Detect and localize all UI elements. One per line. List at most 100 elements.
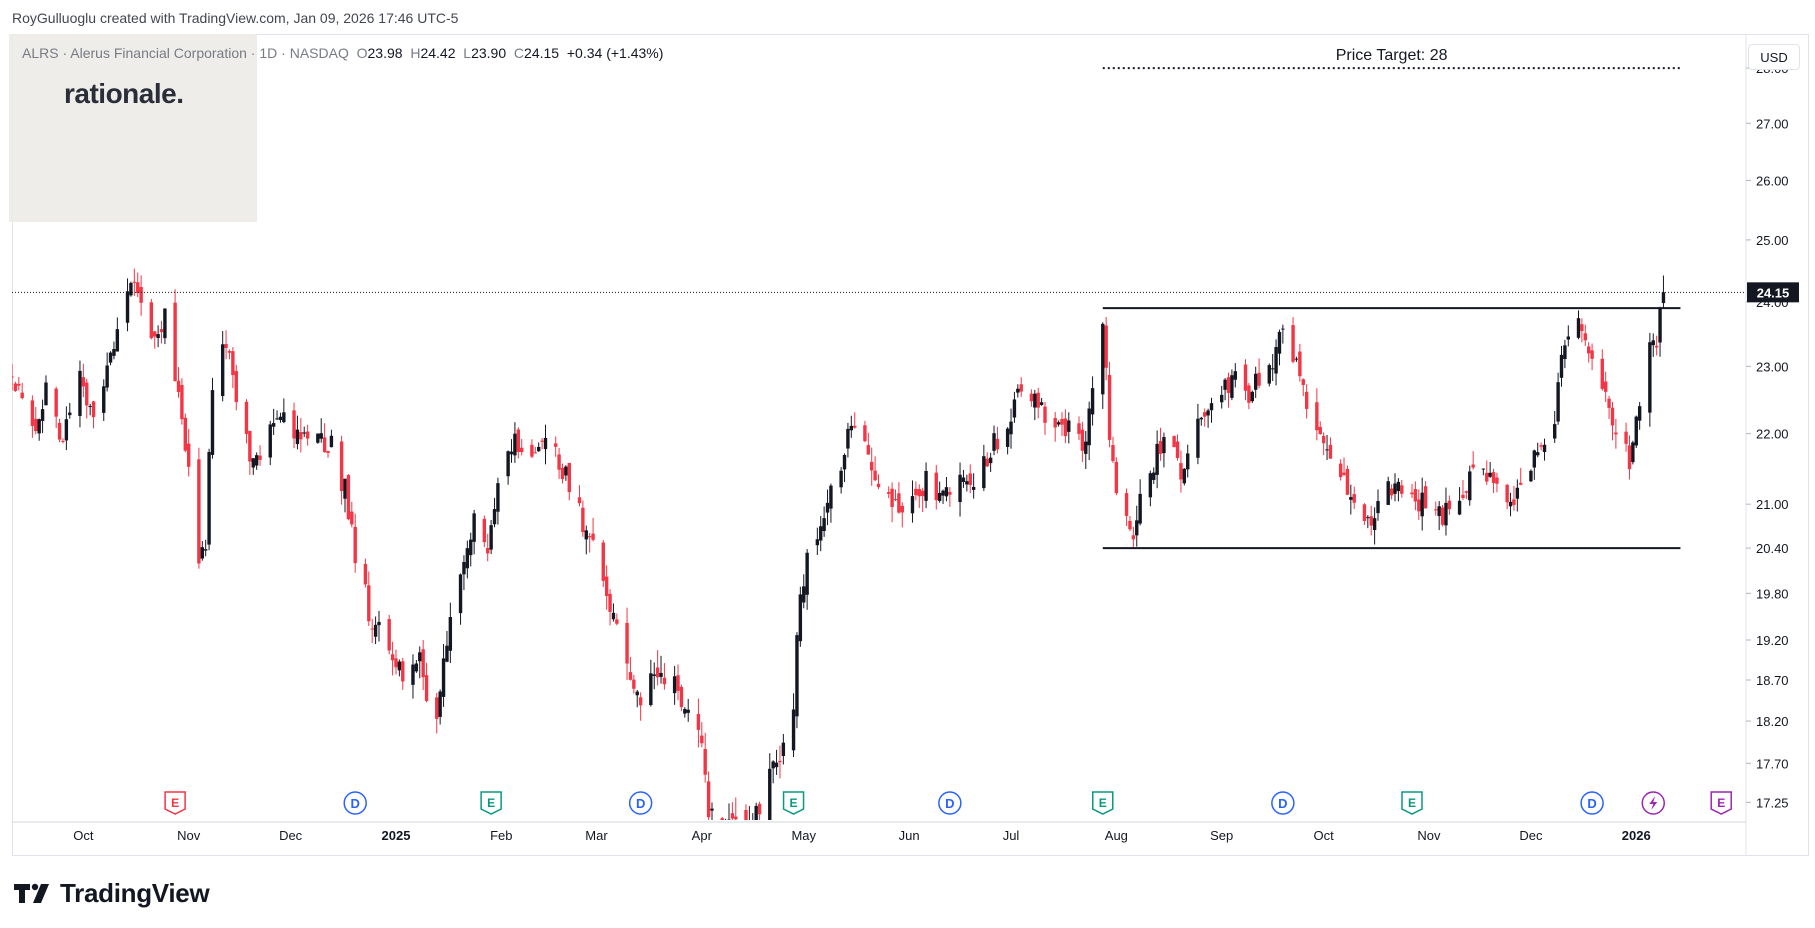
legend-change: +0.34 (+1.43%): [566, 45, 664, 61]
candle-body: [1325, 449, 1329, 451]
candle-body: [513, 433, 517, 456]
candle-body: [1586, 346, 1591, 354]
candle-body: [251, 458, 255, 468]
candle-body: [1444, 502, 1448, 526]
candle-body: [486, 548, 490, 554]
candle-body: [584, 530, 588, 540]
candle-body: [91, 401, 96, 418]
time-tick-label: Nov: [177, 828, 201, 843]
candle-body: [509, 451, 514, 455]
candle-body: [112, 348, 116, 356]
candle-body: [771, 761, 775, 769]
candle-body: [339, 441, 344, 492]
candle-body: [1016, 388, 1020, 393]
candle-body: [540, 440, 544, 442]
candle-body: [1107, 374, 1112, 440]
candle-body: [458, 574, 463, 614]
candle-body: [1253, 373, 1258, 390]
candle-body: [982, 456, 986, 489]
candle-body: [1230, 375, 1234, 398]
candle-body: [326, 451, 330, 453]
time-tick-label: Apr: [692, 828, 713, 843]
candle-body: [846, 428, 850, 449]
candle-body: [635, 691, 639, 696]
candle-body: [679, 686, 684, 708]
candle-body: [88, 406, 92, 408]
candle-body: [1033, 393, 1037, 408]
candle-body: [659, 672, 663, 677]
candle-body: [1366, 517, 1370, 519]
candle-body: [61, 440, 65, 442]
candle-body: [842, 454, 847, 470]
candle-body: [153, 331, 157, 337]
tradingview-brand[interactable]: TradingView: [14, 878, 210, 908]
candle-body: [1203, 412, 1207, 417]
candle-body: [965, 481, 969, 485]
candle-body: [1658, 308, 1662, 343]
candle-body: [655, 667, 660, 678]
candle-body: [469, 539, 473, 556]
candle-body: [1090, 388, 1095, 415]
candle-body: [231, 351, 235, 376]
candle-body: [774, 762, 779, 768]
candle-body: [608, 593, 612, 612]
candle-body: [944, 487, 949, 497]
legend-high-value: 24.42: [420, 45, 456, 61]
legend-close-value: 24.15: [524, 45, 560, 61]
candle-body: [751, 823, 754, 831]
candle-body: [948, 491, 952, 495]
candle-body: [57, 422, 62, 440]
candle-body: [401, 661, 405, 682]
candle-body: [1627, 445, 1632, 470]
time-tick-label: Feb: [490, 828, 512, 843]
candle-body: [248, 431, 252, 462]
candle-body: [988, 457, 993, 464]
candle-body: [1111, 445, 1115, 462]
time-tick-label: Dec: [1519, 828, 1543, 843]
earnings-marker-letter: E: [1717, 796, 1725, 810]
candle-body: [438, 691, 442, 717]
candle-body: [890, 488, 894, 507]
candle-body: [1481, 468, 1486, 470]
candle-body: [462, 562, 466, 575]
candle-body: [1060, 418, 1064, 425]
last-price-label: 24.15: [1757, 285, 1790, 300]
candle-body: [628, 672, 633, 680]
candle-body: [706, 781, 711, 818]
candle-body: [873, 470, 877, 481]
candle-body: [798, 594, 803, 642]
candle-body: [159, 329, 164, 333]
candle-body: [778, 760, 782, 763]
candle-body: [292, 410, 296, 439]
price-tick-label: 22.00: [1756, 427, 1789, 442]
candle-body: [489, 525, 493, 550]
candle-body: [730, 813, 735, 819]
candle-body: [815, 539, 820, 546]
candle-body: [115, 329, 120, 352]
candle-body: [316, 433, 320, 443]
candle-body: [305, 431, 310, 439]
candle-body: [282, 412, 286, 423]
legend-company-name: Alerus Financial Corporation: [70, 45, 247, 61]
candle-body: [1651, 340, 1655, 346]
candle-body: [1084, 441, 1088, 454]
watermark-logo: rationale.: [64, 78, 184, 109]
candle-body: [1637, 406, 1642, 421]
symbol-legend[interactable]: ALRS · Alerus Financial Corporation · 1D…: [22, 45, 663, 61]
candle-body: [394, 658, 398, 668]
candle-body: [1342, 472, 1346, 475]
candle-body: [1067, 420, 1071, 432]
currency-button[interactable]: USD: [1748, 44, 1800, 70]
candle-body: [1233, 371, 1237, 380]
candle-body: [543, 437, 548, 450]
candle-body: [1410, 492, 1414, 495]
legend-open-value: 23.98: [367, 45, 403, 61]
candle-body: [720, 818, 724, 820]
candle-body: [1491, 472, 1496, 483]
price-chart[interactable]: 28.0027.0026.0025.0024.0023.0022.0021.00…: [0, 0, 1815, 928]
candle-body: [1267, 365, 1271, 384]
candle-body: [1019, 384, 1023, 392]
legend-separator-2: ·: [250, 45, 256, 61]
price-tick-label: 18.20: [1756, 714, 1789, 729]
candle-body: [1080, 429, 1085, 451]
